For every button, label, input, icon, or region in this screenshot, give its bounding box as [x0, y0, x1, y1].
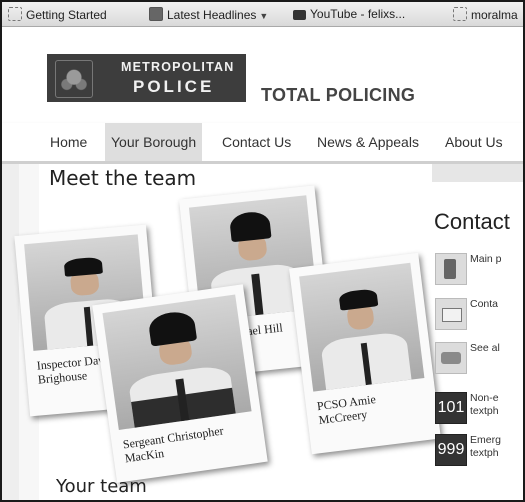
- rss-icon: [149, 7, 163, 21]
- contact-row-stations[interactable]: See al: [435, 342, 523, 376]
- contact-row-999[interactable]: 999 Emerg textph: [435, 434, 523, 468]
- bookmark-getting-started[interactable]: Getting Started: [8, 7, 107, 22]
- main-content: Meet the team Inspector Davi Brighouse P…: [2, 164, 523, 500]
- mobile-phone-icon: [435, 253, 467, 285]
- logo-line1: METROPOLITAN: [121, 60, 235, 74]
- team-member-card[interactable]: PCSO Amie McCreery: [289, 252, 441, 455]
- site-tagline: TOTAL POLICING: [261, 85, 416, 105]
- nav-about-us[interactable]: About Us: [439, 123, 509, 161]
- logo-line2: POLICE: [133, 77, 215, 96]
- nav-news-appeals[interactable]: News & Appeals: [311, 123, 425, 161]
- team-member-card[interactable]: Sergeant Christopher MacKin: [92, 284, 268, 483]
- contact-text: Non-e textph: [470, 392, 499, 417]
- contact-row-phone[interactable]: Main p: [435, 253, 523, 287]
- officer-photo: [299, 262, 425, 392]
- bookmark-moralma[interactable]: moralma: [453, 7, 518, 22]
- bookmark-youtube[interactable]: YouTube - felixs...: [293, 7, 405, 22]
- bookmark-label: Getting Started: [26, 8, 107, 22]
- page-title: Meet the team: [49, 166, 197, 190]
- bookmarks-bar: Getting Started Latest Headlines ▼ YouTub…: [2, 2, 523, 27]
- nav-your-borough[interactable]: Your Borough: [105, 123, 203, 161]
- number-999-badge: 999: [435, 434, 467, 466]
- number-101-badge: 101: [435, 392, 467, 424]
- page-icon: [8, 7, 22, 21]
- contact-text: Main p: [470, 253, 502, 265]
- chevron-down-icon: ▼: [259, 11, 269, 21]
- contact-text: Conta: [470, 298, 499, 310]
- youtube-icon: [293, 10, 306, 20]
- contact-row-101[interactable]: 101 Non-e textph: [435, 392, 523, 426]
- contact-heading: Contact: [434, 209, 510, 234]
- contact-text: See al: [470, 342, 500, 354]
- contact-row-email[interactable]: Conta: [435, 298, 523, 332]
- right-banner: [432, 164, 523, 182]
- building-icon: [435, 342, 467, 374]
- browser-frame: Getting Started Latest Headlines ▼ YouTub…: [0, 0, 525, 502]
- page-icon: [453, 7, 467, 21]
- nav-contact-us[interactable]: Contact Us: [216, 123, 297, 161]
- main-nav: Home Your Borough Contact Us News & Appe…: [2, 123, 523, 164]
- site-header: METROPOLITAN POLICE TOTAL POLICING: [2, 27, 523, 123]
- officer-photo: [102, 294, 252, 430]
- crest-icon: [55, 60, 93, 98]
- bookmark-label: YouTube - felixs...: [310, 7, 406, 21]
- section-heading: Your team: [56, 476, 147, 497]
- contact-text: Emerg textph: [470, 434, 501, 459]
- bookmark-label: Latest Headlines: [167, 8, 257, 22]
- bookmark-label: moralma: [471, 8, 518, 22]
- nav-home[interactable]: Home: [44, 123, 93, 161]
- left-sidebar-strip: [2, 164, 20, 500]
- met-police-logo[interactable]: METROPOLITAN POLICE: [47, 54, 246, 102]
- bookmark-latest-headlines[interactable]: Latest Headlines ▼: [149, 7, 268, 22]
- envelope-icon: [435, 298, 467, 330]
